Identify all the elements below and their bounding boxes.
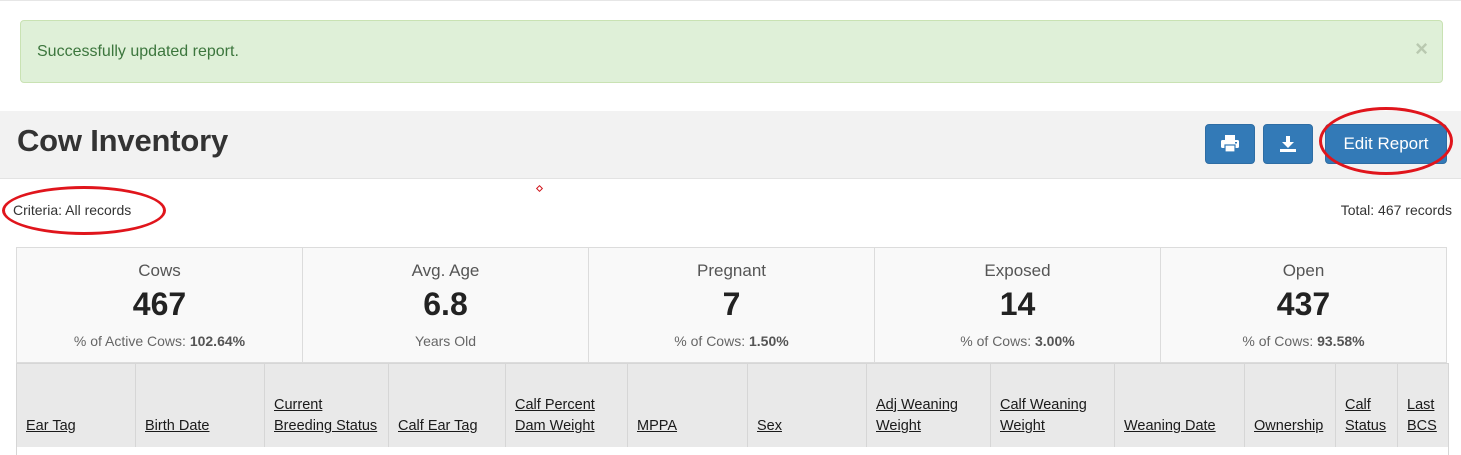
stat-sub: Years Old [303, 333, 588, 349]
stat-avg-age: Avg. Age 6.8 Years Old [303, 248, 589, 362]
print-button[interactable] [1205, 124, 1255, 164]
inventory-table: Ear Tag Birth Date Current Breeding Stat… [16, 363, 1449, 455]
column-mppa: MPPA [628, 364, 748, 447]
sort-birth-date[interactable]: Birth Date [145, 416, 258, 437]
column-adj-weaning-weight: Adj Weaning Weight [867, 364, 991, 447]
stat-sub-value: 1.50% [749, 333, 789, 349]
page-title: Cow Inventory [17, 123, 228, 158]
annotation-dot [535, 184, 544, 193]
stat-label: Exposed [984, 261, 1051, 280]
sort-current-breeding-status[interactable]: Current Breeding Status [274, 395, 382, 437]
stat-sub-value: 93.58% [1317, 333, 1365, 349]
column-last-bcs: Last BCS [1398, 364, 1446, 447]
top-border [0, 0, 1461, 1]
sort-ear-tag[interactable]: Ear Tag [26, 416, 129, 437]
sort-sex[interactable]: Sex [757, 416, 860, 437]
success-alert: Successfully updated report. × [20, 20, 1443, 83]
stat-value: 6.8 [423, 286, 468, 322]
sort-last-bcs[interactable]: Last BCS [1407, 395, 1440, 437]
total-records: Total: 467 records [1340, 202, 1452, 218]
column-calf-weaning-weight: Calf Weaning Weight [991, 364, 1115, 447]
sort-calf-percent-dam-weight[interactable]: Calf Percent Dam Weight [515, 395, 621, 437]
stat-open: Open 437 % of Cows: 93.58% [1161, 248, 1446, 362]
stat-sub-label: % of Cows: [674, 333, 746, 349]
stat-sub: % of Cows: 1.50% [589, 333, 874, 349]
column-current-breeding-status: Current Breeding Status [265, 364, 389, 447]
download-icon [1280, 136, 1296, 152]
column-weaning-date: Weaning Date [1115, 364, 1245, 447]
report-header: Cow Inventory Edit Report [0, 111, 1461, 179]
stat-label: Pregnant [697, 261, 766, 280]
stat-label: Avg. Age [411, 261, 480, 280]
column-ear-tag: Ear Tag [17, 364, 136, 447]
table-body [17, 447, 1448, 455]
stat-sub-value: 3.00% [1035, 333, 1075, 349]
column-calf-percent-dam-weight: Calf Percent Dam Weight [506, 364, 628, 447]
print-icon [1221, 135, 1239, 153]
stat-value: 437 [1276, 286, 1331, 322]
stat-value: 7 [722, 286, 741, 322]
stat-sub: % of Cows: 93.58% [1161, 333, 1446, 349]
sort-mppa[interactable]: MPPA [637, 416, 741, 437]
sort-adj-weaning-weight[interactable]: Adj Weaning Weight [876, 395, 984, 437]
sort-calf-status[interactable]: Calf Status [1345, 395, 1391, 437]
stat-value: 467 [132, 286, 187, 322]
stat-pregnant: Pregnant 7 % of Cows: 1.50% [589, 248, 875, 362]
stat-sub-value: 102.64% [189, 333, 246, 349]
edit-report-button[interactable]: Edit Report [1325, 124, 1447, 164]
stat-sub-label: % of Cows: [960, 333, 1032, 349]
column-calf-status: Calf Status [1336, 364, 1398, 447]
sort-weaning-date[interactable]: Weaning Date [1124, 416, 1238, 437]
table-header: Ear Tag Birth Date Current Breeding Stat… [17, 363, 1448, 448]
stat-cows: Cows 467 % of Active Cows: 102.64% [17, 248, 303, 362]
stat-exposed: Exposed 14 % of Cows: 3.00% [875, 248, 1161, 362]
stat-label: Open [1282, 261, 1325, 280]
sort-calf-weaning-weight[interactable]: Calf Weaning Weight [1000, 395, 1108, 437]
stat-sub-label: % of Cows: [1242, 333, 1314, 349]
column-sex: Sex [748, 364, 867, 447]
stat-sub: % of Cows: 3.00% [875, 333, 1160, 349]
stat-label: Cows [138, 261, 181, 280]
sort-ownership[interactable]: Ownership [1254, 416, 1329, 437]
stat-sub-label: Years Old [415, 333, 476, 349]
column-birth-date: Birth Date [136, 364, 265, 447]
criteria-text: Criteria: All records [13, 202, 132, 218]
download-button[interactable] [1263, 124, 1313, 164]
stat-sub-label: % of Active Cows: [73, 333, 186, 349]
column-calf-ear-tag: Calf Ear Tag [389, 364, 506, 447]
column-ownership: Ownership [1245, 364, 1336, 447]
stat-value: 14 [999, 286, 1036, 322]
summary-stats: Cows 467 % of Active Cows: 102.64% Avg. … [16, 247, 1447, 363]
sort-calf-ear-tag[interactable]: Calf Ear Tag [398, 416, 499, 437]
close-icon[interactable]: × [1415, 38, 1428, 60]
alert-message: Successfully updated report. [37, 43, 239, 60]
stat-sub: % of Active Cows: 102.64% [17, 333, 302, 349]
